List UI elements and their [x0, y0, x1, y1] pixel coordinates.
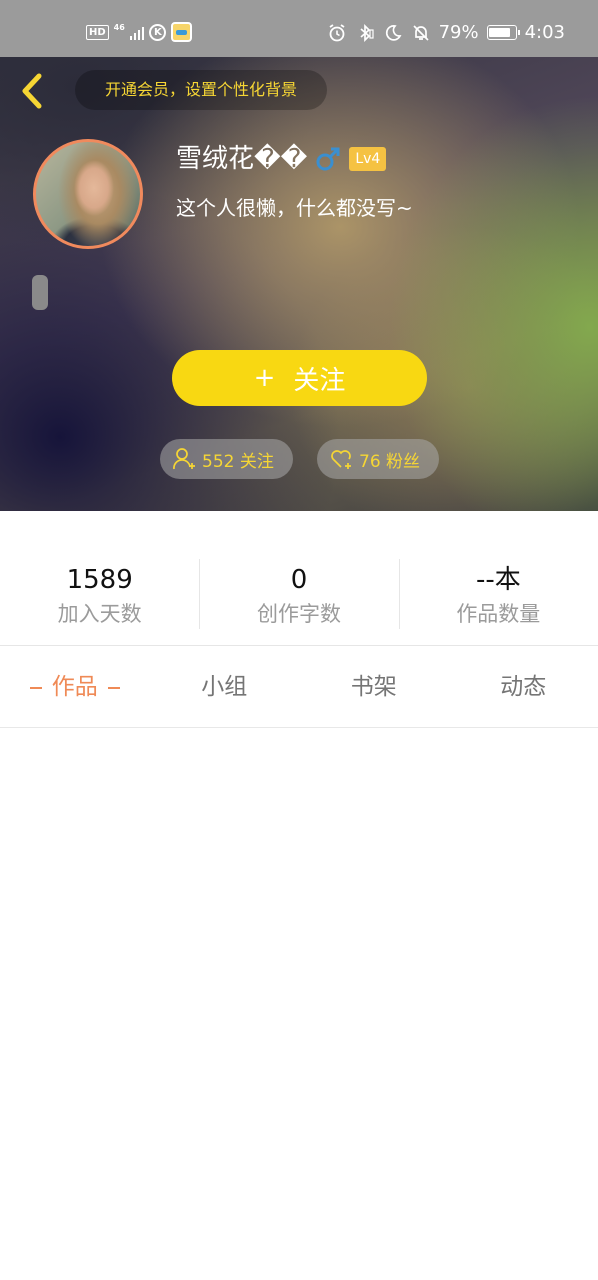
follow-button-label: 关注 — [293, 365, 346, 396]
stat-word-count: 0 创作字数 — [199, 511, 398, 645]
status-time: 4:03 — [524, 22, 565, 43]
male-gender-icon — [316, 147, 340, 171]
name-row: 雪绒花�� Lv4 — [176, 141, 387, 177]
heart-add-icon — [331, 450, 351, 469]
tab-indicator-right — [107, 686, 120, 689]
battery-percent: 79% — [438, 22, 479, 43]
status-right-icons: 79% 4:03 — [327, 22, 565, 43]
tab-activity[interactable]: 动态 — [449, 647, 598, 727]
tab-label: 作品 — [51, 674, 98, 700]
level-badge: Lv4 — [349, 147, 387, 171]
tab-indicator-left — [29, 686, 42, 689]
stats-row: 1589 加入天数 0 创作字数 --本 作品数量 — [0, 511, 598, 646]
stat-label: 作品数量 — [456, 602, 541, 626]
network-type: 46 — [113, 23, 125, 32]
battery-icon — [486, 25, 520, 40]
app-notification-icon — [171, 22, 193, 42]
plus-icon: + — [253, 363, 276, 393]
moon-icon — [385, 24, 402, 41]
avatar[interactable] — [33, 139, 143, 249]
tab-label: 动态 — [500, 674, 547, 700]
stat-join-days: 1589 加入天数 — [0, 511, 199, 645]
signal-icon — [129, 25, 145, 40]
user-name: 雪绒花�� — [176, 144, 308, 174]
content-area — [0, 729, 598, 1280]
stat-value: 1589 — [66, 565, 133, 595]
status-bar: HD 46 K 79% 4:03 — [0, 0, 598, 57]
bell-mute-icon — [412, 24, 429, 41]
k-app-icon: K — [149, 23, 167, 41]
alarm-icon — [329, 23, 345, 41]
stat-label: 加入天数 — [57, 602, 142, 626]
hd-icon: HD — [86, 24, 109, 40]
following-count-button[interactable]: 552 关注 — [160, 439, 293, 479]
following-count: 552 关注 — [202, 451, 274, 472]
fans-count-button[interactable]: 76 粉丝 — [317, 439, 439, 479]
side-handle[interactable] — [32, 275, 48, 310]
profile-header: 开通会员，设置个性化背景 雪绒花�� Lv4 这个人很懒，什么都没写~ + 关注… — [0, 57, 598, 511]
stat-works-count: --本 作品数量 — [398, 511, 598, 645]
follow-button[interactable]: + 关注 — [172, 350, 427, 406]
tab-groups[interactable]: 小组 — [150, 647, 300, 727]
stat-label: 创作字数 — [256, 602, 341, 626]
tab-bookshelf[interactable]: 书架 — [299, 647, 449, 727]
fans-count: 76 粉丝 — [359, 451, 421, 472]
tab-works[interactable]: 作品 — [0, 647, 150, 727]
vip-background-banner[interactable]: 开通会员，设置个性化背景 — [75, 70, 327, 110]
profile-tabs: 作品 小组 书架 动态 — [0, 647, 598, 728]
stat-value: 0 — [290, 565, 308, 595]
back-arrow-icon[interactable] — [14, 71, 48, 111]
stat-value: --本 — [475, 565, 521, 595]
user-add-icon — [173, 448, 195, 470]
tab-label: 书架 — [350, 674, 397, 700]
tab-label: 小组 — [201, 674, 248, 700]
user-bio: 这个人很懒，什么都没写~ — [176, 196, 413, 220]
bluetooth-icon — [360, 23, 374, 42]
status-left-icons: HD 46 K — [86, 22, 193, 42]
